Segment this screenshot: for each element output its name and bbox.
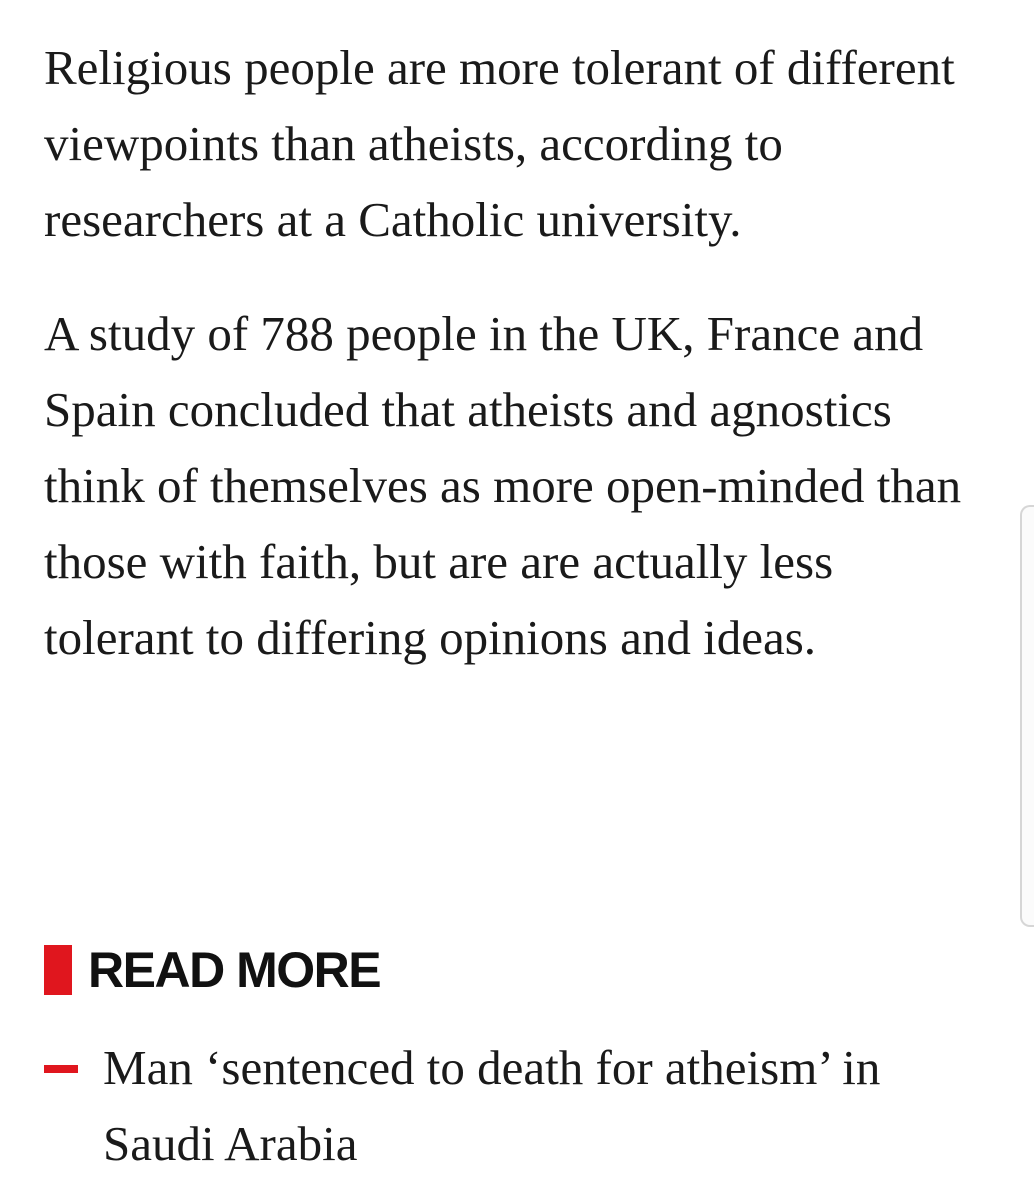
bullet-dash-icon bbox=[44, 1065, 78, 1073]
read-more-heading: READ MORE bbox=[44, 940, 382, 1000]
related-article-link[interactable]: Man ‘sentenced to death for atheism’ in … bbox=[103, 1030, 983, 1182]
article-paragraph: Religious people are more tolerant of di… bbox=[44, 40, 955, 247]
read-more-accent-bar bbox=[44, 945, 72, 995]
read-more-label: READ MORE bbox=[88, 942, 382, 998]
article-body: Religious people are more tolerant of di… bbox=[44, 30, 994, 676]
related-article-item[interactable]: Man ‘sentenced to death for atheism’ in … bbox=[44, 1030, 1004, 1182]
scroll-handle[interactable] bbox=[1020, 505, 1034, 927]
article-paragraph: A study of 788 people in the UK, France … bbox=[44, 306, 962, 665]
